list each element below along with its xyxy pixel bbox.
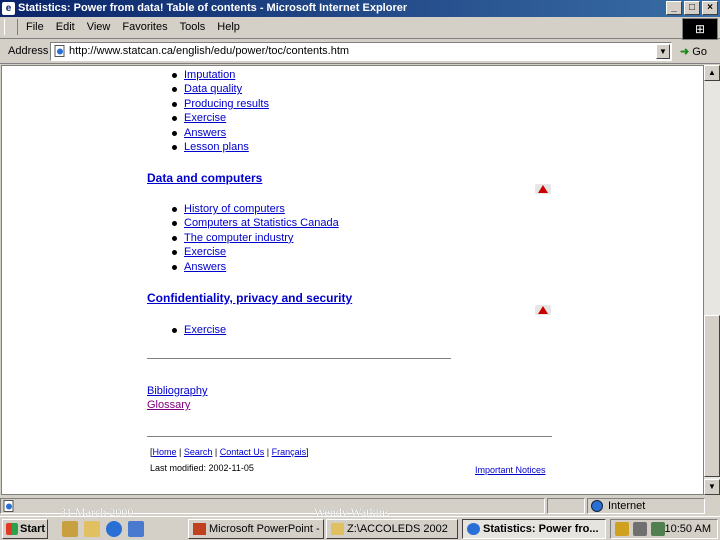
link-lesson-plans[interactable]: Lesson plans xyxy=(184,141,249,153)
task-ie[interactable]: Statistics: Power fro... xyxy=(462,519,606,539)
menu-bar: File Edit View Favorites Tools Help xyxy=(0,17,720,39)
link-answers[interactable]: Answers xyxy=(184,261,226,273)
list-item: Producing results xyxy=(172,97,269,111)
go-label: Go xyxy=(692,46,707,58)
list-confidentiality: Exercise xyxy=(172,323,226,337)
back-to-top-icon[interactable] xyxy=(535,184,551,194)
menu-file[interactable]: File xyxy=(20,17,50,33)
address-bar: Address http://www.statcan.ca/english/ed… xyxy=(0,40,720,64)
task-label: Z:\ACCOLEDS 2002 xyxy=(347,523,448,535)
link-bibliography[interactable]: Bibliography xyxy=(147,385,208,397)
ie-icon: e xyxy=(2,2,15,15)
footer-francais-link[interactable]: Français xyxy=(272,447,307,457)
link-computers-statcan[interactable]: Computers at Statistics Canada xyxy=(184,217,339,229)
start-label: Start xyxy=(20,523,46,535)
scroll-up-icon[interactable]: ▲ xyxy=(704,65,720,81)
folder-icon[interactable] xyxy=(84,521,100,537)
ie-icon xyxy=(467,523,480,535)
scroll-down-icon[interactable]: ▼ xyxy=(704,479,720,495)
footer-nav: [Home | Search | Contact Us | Français] xyxy=(150,447,309,457)
link-glossary[interactable]: Glossary xyxy=(147,399,190,411)
task-folder[interactable]: Z:\ACCOLEDS 2002 xyxy=(326,519,458,539)
section-confidentiality[interactable]: Confidentiality, privacy and security xyxy=(147,291,352,305)
link-computer-industry[interactable]: The computer industry xyxy=(184,232,293,244)
minimize-button[interactable]: _ xyxy=(666,1,682,15)
windows-logo-icon: ⊞ xyxy=(682,18,718,40)
address-label: Address xyxy=(8,45,49,57)
page-status-icon xyxy=(3,500,14,512)
divider xyxy=(147,358,451,359)
globe-icon xyxy=(591,500,603,512)
list-computers: History of computers Computers at Statis… xyxy=(172,202,339,274)
back-to-top-icon[interactable] xyxy=(535,305,551,315)
divider xyxy=(147,436,552,437)
task-powerpoint[interactable]: Microsoft PowerPoint - [... xyxy=(188,519,324,539)
list-item: The computer industry xyxy=(172,231,339,245)
section-data-computers[interactable]: Data and computers xyxy=(147,171,262,185)
list-item: Exercise xyxy=(172,323,226,337)
outlook-icon[interactable] xyxy=(128,521,144,537)
page-icon xyxy=(54,45,65,57)
link-exercise[interactable]: Exercise xyxy=(184,324,226,336)
list-item: Imputation xyxy=(172,68,269,82)
important-notices-link[interactable]: Important Notices xyxy=(475,465,546,475)
link-answers[interactable]: Answers xyxy=(184,127,226,139)
address-input[interactable]: http://www.statcan.ca/english/edu/power/… xyxy=(50,42,672,61)
clock[interactable]: 10:50 AM xyxy=(665,523,711,535)
list-item: Answers xyxy=(172,260,339,274)
list-item: Exercise xyxy=(172,111,269,125)
menu-tools[interactable]: Tools xyxy=(174,17,212,33)
vertical-scrollbar[interactable]: ▲ ▼ xyxy=(704,65,720,495)
windows-flag-icon xyxy=(6,523,18,535)
list-methods: Imputation Data quality Producing result… xyxy=(172,68,269,154)
desktop-icon[interactable] xyxy=(62,521,78,537)
list-item: Computers at Statistics Canada xyxy=(172,216,339,230)
menu-help[interactable]: Help xyxy=(211,17,246,33)
last-modified: Last modified: 2002-11-05 xyxy=(150,463,254,473)
task-label: Microsoft PowerPoint - [... xyxy=(209,523,324,535)
link-producing-results[interactable]: Producing results xyxy=(184,98,269,110)
page-content: Imputation Data quality Producing result… xyxy=(1,65,704,495)
status-pane-progress xyxy=(547,498,585,514)
list-item: Data quality xyxy=(172,82,269,96)
zone-label: Internet xyxy=(608,500,646,512)
scrollbar-thumb[interactable] xyxy=(704,315,720,477)
close-button[interactable]: × xyxy=(702,1,718,15)
maximize-button[interactable]: □ xyxy=(684,1,700,15)
menu-view[interactable]: View xyxy=(81,17,117,33)
list-item: Exercise xyxy=(172,245,339,259)
volume-icon[interactable] xyxy=(633,522,647,536)
address-url: http://www.statcan.ca/english/edu/power/… xyxy=(69,45,350,57)
link-history-computers[interactable]: History of computers xyxy=(184,203,285,215)
ie-quicklaunch-icon[interactable] xyxy=(106,521,122,537)
network-icon[interactable] xyxy=(651,522,665,536)
toolbar-grip xyxy=(4,19,18,35)
link-imputation[interactable]: Imputation xyxy=(184,69,235,81)
link-data-quality[interactable]: Data quality xyxy=(184,83,242,95)
list-item: Answers xyxy=(172,126,269,140)
list-item: History of computers xyxy=(172,202,339,216)
status-pane-zone: Internet xyxy=(587,498,705,514)
window-title: Statistics: Power from data! Table of co… xyxy=(18,2,408,14)
link-exercise[interactable]: Exercise xyxy=(184,246,226,258)
list-item: Lesson plans xyxy=(172,140,269,154)
menu-edit[interactable]: Edit xyxy=(50,17,81,33)
folder-icon xyxy=(331,523,344,535)
go-button[interactable]: ➜ Go xyxy=(680,45,707,58)
window-titlebar[interactable]: e Statistics: Power from data! Table of … xyxy=(0,0,720,17)
footer-home-link[interactable]: Home xyxy=(153,447,177,457)
link-exercise[interactable]: Exercise xyxy=(184,112,226,124)
tray-icon[interactable] xyxy=(615,522,629,536)
system-tray: 10:50 AM xyxy=(610,519,718,539)
taskbar: Start Microsoft PowerPoint - [... Z:\ACC… xyxy=(0,516,720,540)
powerpoint-icon xyxy=(193,523,206,535)
task-label: Statistics: Power fro... xyxy=(483,523,599,535)
address-dropdown-icon[interactable]: ▼ xyxy=(656,44,670,59)
start-button[interactable]: Start xyxy=(2,519,48,539)
footer-contact-link[interactable]: Contact Us xyxy=(220,447,265,457)
menu-favorites[interactable]: Favorites xyxy=(116,17,173,33)
footer-search-link[interactable]: Search xyxy=(184,447,213,457)
go-arrow-icon: ➜ xyxy=(680,46,690,58)
